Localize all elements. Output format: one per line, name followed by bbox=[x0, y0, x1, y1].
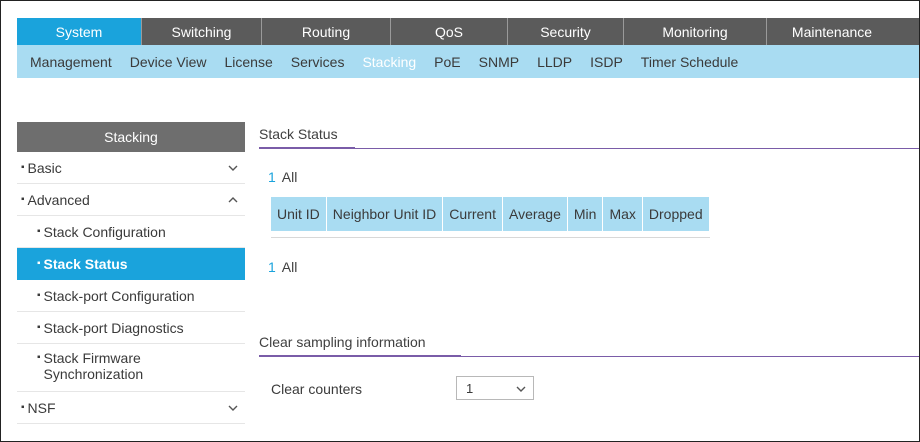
column-header-average[interactable]: Average bbox=[502, 197, 568, 231]
bullet-icon: ▪ bbox=[21, 402, 25, 413]
table-cell bbox=[271, 231, 327, 238]
sidebar-item-advanced[interactable]: ▪ Advanced bbox=[17, 184, 245, 216]
column-header-unit-id[interactable]: Unit ID bbox=[271, 197, 327, 231]
chevron-up-icon[interactable] bbox=[227, 194, 239, 206]
unit-link-all[interactable]: All bbox=[282, 169, 298, 185]
tab-switching[interactable]: Switching bbox=[142, 18, 262, 45]
subnav-snmp[interactable]: SNMP bbox=[479, 54, 519, 70]
sidebar-item-label-line2: Synchronization bbox=[43, 366, 144, 382]
unit-link-number[interactable]: 1 bbox=[268, 169, 276, 185]
sidebar-item-label: Advanced bbox=[27, 191, 90, 208]
subnav-device-view[interactable]: Device View bbox=[130, 54, 207, 70]
unit-link-all[interactable]: All bbox=[282, 259, 298, 275]
bullet-icon: ▪ bbox=[37, 352, 41, 363]
unit-link-number[interactable]: 1 bbox=[268, 259, 276, 275]
sidebar-header: Stacking bbox=[17, 122, 245, 152]
sidebar-item-stack-port-configuration[interactable]: ▪ Stack-port Configuration bbox=[17, 280, 245, 312]
table-cell bbox=[602, 231, 643, 238]
bullet-icon: ▪ bbox=[21, 162, 25, 173]
unit-selector-bottom[interactable]: 1 All bbox=[268, 259, 297, 275]
sidebar-item-nsf[interactable]: ▪ NSF bbox=[17, 392, 245, 424]
clear-counters-label: Clear counters bbox=[271, 381, 363, 397]
stack-status-table: Unit ID Neighbor Unit ID Current Average… bbox=[271, 197, 710, 238]
clear-counters-select[interactable]: 1 bbox=[456, 376, 534, 400]
chevron-down-icon bbox=[516, 386, 526, 392]
sidebar-item-label: Stack Status bbox=[43, 255, 128, 272]
table-row bbox=[271, 231, 710, 238]
sidebar-item-label: Stack-port Diagnostics bbox=[43, 319, 184, 336]
column-header-min[interactable]: Min bbox=[567, 197, 604, 231]
sidebar-item-label: Basic bbox=[27, 159, 62, 176]
subnav-lldp[interactable]: LLDP bbox=[537, 54, 572, 70]
table-header-row: Unit ID Neighbor Unit ID Current Average… bbox=[271, 197, 710, 231]
column-header-neighbor-unit-id[interactable]: Neighbor Unit ID bbox=[326, 197, 444, 231]
section-underline bbox=[259, 147, 355, 149]
tab-qos[interactable]: QoS bbox=[391, 18, 508, 45]
table-cell bbox=[442, 231, 503, 238]
table-cell bbox=[326, 231, 444, 238]
sidebar-item-label: Stack Firmware Synchronization bbox=[44, 350, 144, 382]
subnav-stacking[interactable]: Stacking bbox=[362, 54, 416, 70]
unit-selector-top[interactable]: 1 All bbox=[268, 169, 297, 185]
column-header-max[interactable]: Max bbox=[602, 197, 643, 231]
column-header-current[interactable]: Current bbox=[442, 197, 503, 231]
chevron-down-icon[interactable] bbox=[227, 162, 239, 174]
subnav-license[interactable]: License bbox=[225, 54, 273, 70]
sidebar-item-label: Stack Configuration bbox=[43, 223, 166, 240]
chevron-down-icon[interactable] bbox=[227, 402, 239, 414]
sidebar-item-label-line1: Stack Firmware bbox=[43, 350, 141, 366]
tab-maintenance[interactable]: Maintenance bbox=[767, 18, 897, 45]
tab-routing[interactable]: Routing bbox=[262, 18, 391, 45]
sidebar-item-stack-configuration[interactable]: ▪ Stack Configuration bbox=[17, 216, 245, 248]
bullet-icon: ▪ bbox=[37, 322, 41, 333]
section-title-stack-status: Stack Status bbox=[259, 126, 338, 142]
section-divider bbox=[461, 356, 919, 357]
page-frame: System Switching Routing QoS Security Mo… bbox=[0, 0, 920, 442]
sidebar-item-label: Stack-port Configuration bbox=[43, 287, 195, 304]
sidebar-item-basic[interactable]: ▪ Basic bbox=[17, 152, 245, 184]
column-header-dropped[interactable]: Dropped bbox=[642, 197, 710, 231]
subnav-timer-schedule[interactable]: Timer Schedule bbox=[641, 54, 739, 70]
bullet-icon: ▪ bbox=[21, 194, 25, 205]
bullet-icon: ▪ bbox=[37, 290, 41, 301]
bullet-icon: ▪ bbox=[37, 226, 41, 237]
sidebar-item-stack-firmware-synchronization[interactable]: ▪ Stack Firmware Synchronization bbox=[17, 344, 245, 392]
top-nav: System Switching Routing QoS Security Mo… bbox=[17, 18, 919, 45]
tab-system[interactable]: System bbox=[17, 18, 142, 45]
subnav-management[interactable]: Management bbox=[30, 54, 112, 70]
section-divider bbox=[355, 148, 919, 149]
subnav-isdp[interactable]: ISDP bbox=[590, 54, 623, 70]
table-cell bbox=[642, 231, 710, 238]
select-value: 1 bbox=[466, 380, 474, 396]
tab-security[interactable]: Security bbox=[508, 18, 624, 45]
sidebar-item-stack-status[interactable]: ▪ Stack Status bbox=[17, 248, 245, 280]
sidebar-item-stack-port-diagnostics[interactable]: ▪ Stack-port Diagnostics bbox=[17, 312, 245, 344]
subnav-services[interactable]: Services bbox=[291, 54, 345, 70]
tab-monitoring[interactable]: Monitoring bbox=[624, 18, 767, 45]
table-cell bbox=[502, 231, 568, 238]
table-cell bbox=[567, 231, 604, 238]
section-title-clear-sampling: Clear sampling information bbox=[259, 334, 426, 350]
sidebar: Stacking ▪ Basic ▪ Advanced ▪ Stack Conf… bbox=[17, 122, 245, 424]
sidebar-item-label: NSF bbox=[27, 399, 56, 416]
subnav-poe[interactable]: PoE bbox=[434, 54, 460, 70]
section-underline bbox=[259, 355, 461, 357]
sub-nav: Management Device View License Services … bbox=[17, 45, 919, 78]
bullet-icon: ▪ bbox=[37, 258, 41, 269]
